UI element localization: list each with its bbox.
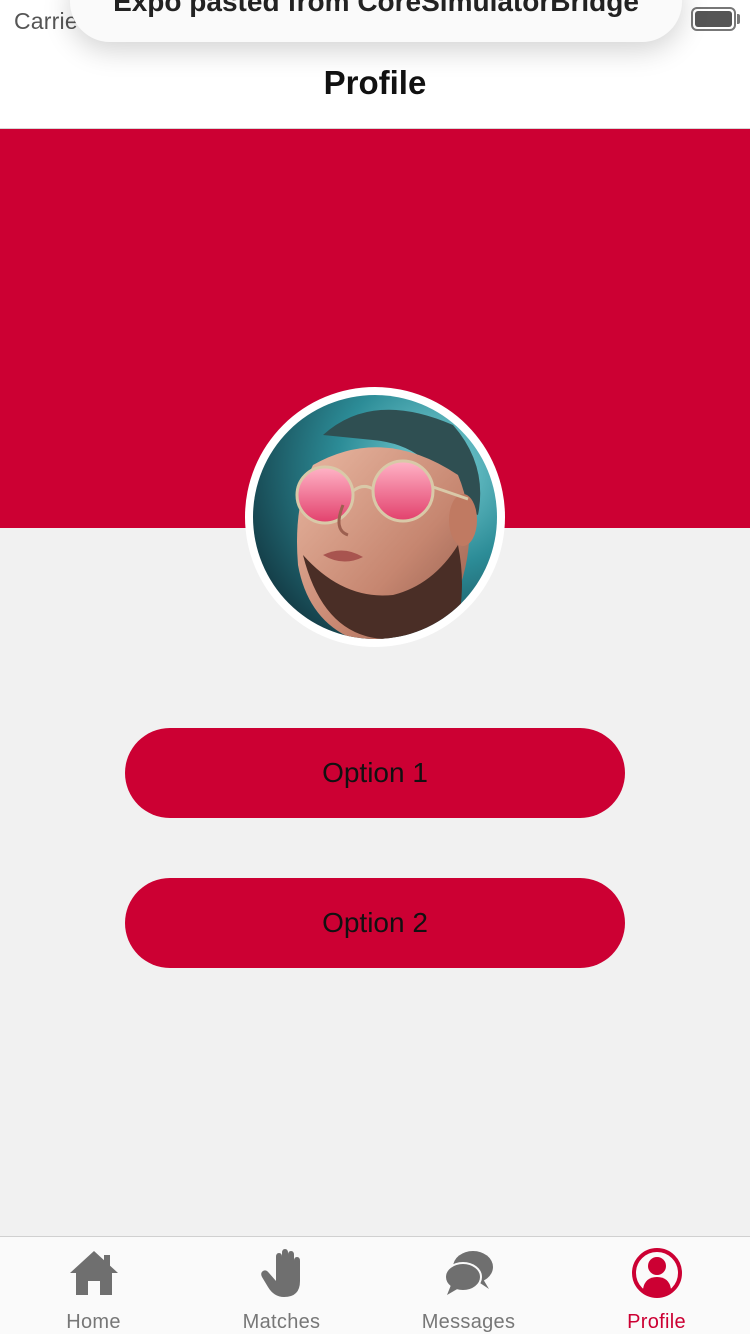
option-1-button[interactable]: Option 1 — [125, 728, 625, 818]
profile-screen: Carrie Expo pasted from CoreSimulatorBri… — [0, 0, 750, 1334]
tab-home-label: Home — [66, 1311, 121, 1333]
tab-home[interactable]: Home — [0, 1237, 187, 1334]
tab-messages[interactable]: Messages — [375, 1237, 562, 1334]
banner-text: Expo pasted from CoreSimulatorBridge — [113, 0, 639, 17]
chat-bubbles-icon — [444, 1251, 493, 1295]
tab-profile[interactable]: Profile — [563, 1237, 750, 1334]
tab-matches[interactable]: Matches — [188, 1237, 375, 1334]
home-icon — [70, 1251, 118, 1295]
tab-matches-label: Matches — [242, 1311, 321, 1333]
option-2-button[interactable]: Option 2 — [125, 878, 625, 968]
tab-bar: Home Matches Messages Profile — [0, 1236, 750, 1334]
avatar-photo — [253, 395, 497, 639]
avatar-ring — [245, 387, 505, 647]
tab-messages-label: Messages — [421, 1311, 516, 1333]
page-title: Profile — [323, 64, 427, 101]
tab-profile-label: Profile — [627, 1311, 686, 1333]
avatar[interactable] — [253, 395, 497, 639]
header: Carrie Expo pasted from CoreSimulatorBri… — [0, 0, 750, 129]
battery-icon — [691, 7, 736, 31]
battery-tip — [737, 14, 740, 24]
notification-banner[interactable]: Expo pasted from CoreSimulatorBridge — [70, 0, 682, 42]
carrier-label: Carrie — [14, 8, 78, 34]
profile-icon — [632, 1248, 682, 1298]
hand-icon — [261, 1249, 300, 1297]
